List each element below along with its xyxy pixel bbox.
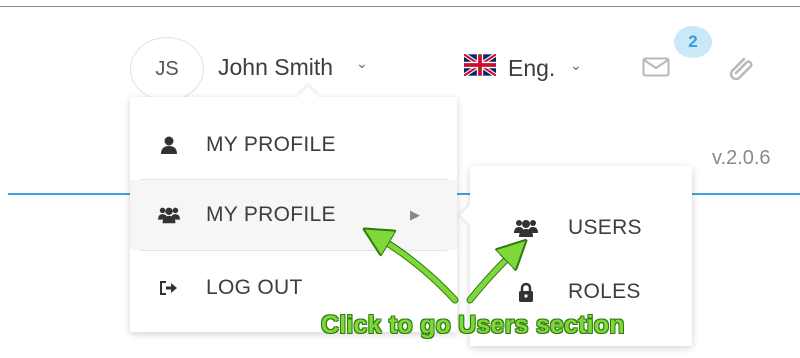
lock-icon [514, 282, 538, 302]
user-dropdown-menu: MY PROFILE MY PROFILE ▶ LOG OUT [130, 97, 457, 332]
paperclip-icon[interactable] [728, 53, 756, 81]
menu-item-label: MY PROFILE [206, 203, 336, 226]
language-label[interactable]: Eng. [508, 55, 555, 82]
chevron-down-icon[interactable]: ⌄ [570, 57, 582, 74]
menu-divider [140, 250, 447, 251]
chevron-right-icon: ▶ [410, 207, 420, 222]
uk-flag-icon[interactable] [464, 54, 496, 76]
user-name[interactable]: John Smith [218, 54, 333, 81]
version-label: v.2.0.6 [712, 147, 771, 169]
submenu-item-users[interactable]: USERS [470, 198, 692, 258]
avatar[interactable]: JS [130, 37, 204, 101]
top-divider [0, 6, 800, 7]
menu-item-my-profile-submenu[interactable]: MY PROFILE ▶ [130, 180, 457, 250]
users-icon [158, 205, 180, 225]
submenu-item-label: ROLES [568, 280, 641, 303]
chevron-down-icon[interactable]: ⌄ [356, 55, 368, 72]
menu-item-label: MY PROFILE [206, 133, 336, 156]
mail-icon[interactable] [642, 57, 670, 77]
annotation-callout: Click to go Users section [321, 311, 625, 339]
menu-item-label: LOG OUT [206, 276, 303, 299]
menu-item-my-profile[interactable]: MY PROFILE [130, 110, 457, 180]
notification-badge[interactable]: 2 [674, 26, 712, 58]
logout-icon [158, 278, 180, 298]
submenu-item-label: USERS [568, 216, 642, 239]
user-icon [158, 135, 180, 155]
users-icon [514, 218, 538, 238]
